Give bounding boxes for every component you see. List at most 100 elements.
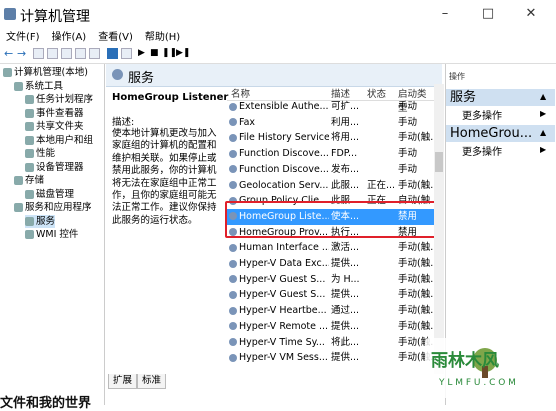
service-gear-icon	[229, 338, 237, 346]
cell-start: 手动(触...	[398, 179, 434, 191]
tree-item[interactable]: WMI 控件	[25, 228, 78, 241]
cell-start: 手动	[398, 101, 418, 112]
service-row[interactable]: Hyper-V Data Exc...提供... 手动(触...	[227, 256, 434, 272]
column-description[interactable]: 描述	[331, 86, 350, 100]
actions-label: 操作	[449, 72, 465, 81]
service-row[interactable]: File History Service将用... 手动(触...	[227, 130, 434, 146]
service-row[interactable]: Fax 利用... 手动	[227, 115, 434, 131]
tab-extended[interactable]: 扩展	[108, 374, 138, 389]
cell-start: 手动	[398, 163, 418, 175]
forward-icon[interactable]: →	[17, 47, 26, 60]
tree-item[interactable]: 事件查看器	[25, 107, 84, 120]
menu-action[interactable]: 操作(A)	[52, 30, 87, 46]
cell-desc: 可扩...	[331, 101, 360, 112]
show-tree-icon[interactable]	[47, 48, 58, 59]
maximize-button[interactable]: □	[473, 4, 503, 24]
menu-file[interactable]: 文件(F)	[6, 30, 40, 46]
stop-icon[interactable]: ■	[150, 48, 159, 58]
cell-start: 手动(触...	[398, 242, 434, 254]
service-gear-icon	[229, 259, 237, 268]
service-row[interactable]: Hyper-V VM Sess...提供...手动(触...	[227, 350, 434, 366]
tree-item-label: 共享文件夹	[36, 121, 84, 132]
tree-node-icon	[25, 108, 34, 118]
actions-section-homegroup[interactable]: HomeGrou...	[446, 125, 555, 142]
actions-section-services[interactable]: 服务	[446, 89, 555, 106]
back-icon[interactable]: ←	[4, 47, 13, 60]
cell-start: 手动	[398, 116, 418, 128]
service-name: File History Service	[239, 132, 329, 144]
app-icon	[4, 8, 16, 20]
close-button[interactable]: ✕	[516, 4, 546, 24]
service-row[interactable]: Extensible Authe... 可扩... 手动	[227, 99, 434, 115]
tree-item[interactable]: 服务和应用程序	[14, 201, 92, 214]
tree-item[interactable]: 系统工具	[14, 80, 63, 93]
service-gear-icon	[229, 322, 237, 331]
help-icon[interactable]	[107, 48, 118, 59]
up-folder-icon[interactable]	[33, 48, 44, 59]
tree-item[interactable]: 共享文件夹	[25, 120, 84, 133]
menu-bar: 文件(F) 操作(A) 查看(V) 帮助(H)	[0, 30, 556, 46]
cell-start: 手动(触...	[398, 132, 434, 144]
console-icon[interactable]	[121, 48, 132, 59]
service-row[interactable]: Geolocation Serv...此服... 正在...手动(触...	[227, 178, 434, 194]
caption-text: 文件和我的世界	[0, 396, 92, 411]
service-gear-icon	[229, 275, 237, 284]
tree-node-icon	[14, 176, 23, 185]
play-icon[interactable]: ▶	[138, 48, 145, 58]
tree-item[interactable]: 设备管理器	[25, 161, 84, 174]
column-name[interactable]: 名称	[231, 86, 250, 100]
service-gear-icon	[229, 133, 237, 142]
highlight-box	[225, 201, 438, 238]
tree-item[interactable]: 磁盘管理	[25, 188, 74, 201]
properties-icon[interactable]	[61, 48, 72, 59]
expand-arrow-icon[interactable]: ▶	[540, 145, 546, 154]
tab-standard[interactable]: 标准	[137, 374, 167, 389]
tree-item[interactable]: 性能	[25, 147, 55, 160]
tree-item-label: 存储	[25, 175, 45, 186]
services-icon	[112, 69, 123, 80]
cell-start: 手动(触...	[398, 320, 434, 332]
cell-name: Hyper-V VM Sess...	[229, 350, 329, 366]
service-row[interactable]: Hyper-V Guest S... 提供... 手动(触...	[227, 287, 434, 303]
cell-name: Function Discove...	[229, 146, 329, 162]
cell-desc: 提供...	[331, 289, 360, 301]
cell-name: Hyper-V Guest S...	[229, 272, 329, 288]
expand-arrow-icon[interactable]: ▶	[540, 109, 546, 118]
service-row[interactable]: Hyper-V Remote ...提供... 手动(触...	[227, 319, 434, 335]
service-row[interactable]: Function Discove... FDP... 手动	[227, 146, 434, 162]
refresh-icon[interactable]	[75, 48, 86, 59]
cell-name: Hyper-V Remote ...	[229, 319, 329, 335]
export-icon[interactable]	[89, 48, 100, 59]
vertical-scrollbar[interactable]	[434, 84, 444, 374]
cell-desc: 发布...	[331, 163, 360, 175]
tree-item[interactable]: 存储	[14, 174, 44, 187]
menu-help[interactable]: 帮助(H)	[145, 30, 180, 46]
cell-desc: 利用...	[331, 116, 360, 128]
restart-icon[interactable]: ▶❚	[176, 48, 190, 58]
service-row[interactable]: Hyper-V Guest S... 为 H... 手动(触...	[227, 272, 434, 288]
menu-view[interactable]: 查看(V)	[98, 30, 133, 46]
pause-icon[interactable]: ❚❚	[162, 48, 177, 58]
tree-item-label: 设备管理器	[36, 161, 84, 173]
tree-item[interactable]: 计算机管理(本地)	[3, 66, 88, 79]
watermark-url: Y L M F U . C O M	[439, 378, 516, 388]
service-name: Hyper-V Guest S...	[239, 289, 326, 301]
collapse-arrow-icon[interactable]: ▲	[540, 128, 546, 137]
service-row[interactable]: Hyper-V Time Sy...将此...手动(触...	[227, 335, 434, 351]
more-actions-2[interactable]: 更多操作	[462, 143, 502, 158]
tree-item-label: 服务	[36, 215, 56, 227]
cell-name: Hyper-V Data Exc...	[229, 256, 329, 272]
tree-item[interactable]: 服务	[25, 214, 56, 228]
tree-node-icon	[14, 203, 23, 212]
more-actions-1[interactable]: 更多操作	[462, 107, 502, 122]
tree-item[interactable]: 任务计划程序	[25, 93, 93, 106]
tree-item-label: WMI 控件	[36, 229, 79, 240]
column-status[interactable]: 状态	[367, 86, 386, 100]
tree-item[interactable]: 本地用户和组	[25, 134, 93, 147]
service-row[interactable]: Human Interface ...激活... 手动(触...	[227, 240, 434, 256]
minimize-button[interactable]: –	[430, 4, 460, 24]
service-row[interactable]: Hyper-V Heartbe... 通过... 手动(触...	[227, 303, 434, 319]
scrollbar-thumb[interactable]	[435, 152, 443, 172]
service-row[interactable]: Function Discove... 发布... 手动	[227, 162, 434, 178]
collapse-arrow-icon[interactable]: ▲	[540, 92, 546, 101]
